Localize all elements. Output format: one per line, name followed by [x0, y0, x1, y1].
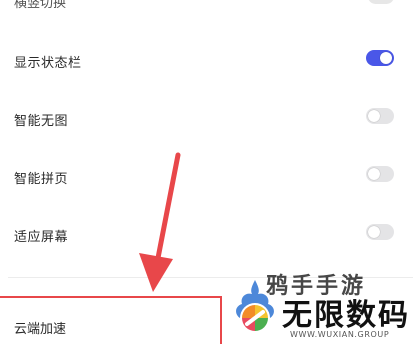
- watermark-main-text: 无限数码: [282, 298, 410, 333]
- watermark-sub-text: WWW.WUXIAN.GROUP: [290, 330, 390, 339]
